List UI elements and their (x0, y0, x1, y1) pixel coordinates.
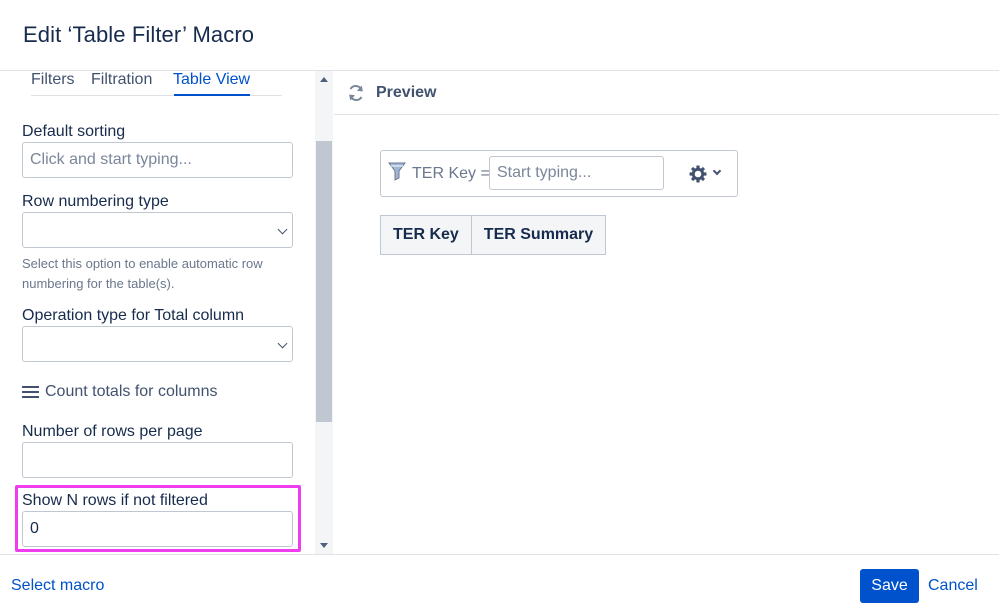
preview-label: Preview (376, 84, 437, 101)
preview-table: TER Key TER Summary (380, 215, 607, 255)
row-numbering-help: Select this option to enable automatic r… (22, 256, 263, 291)
scroll-down-icon[interactable] (320, 543, 328, 548)
chevron-down-icon (712, 166, 722, 176)
operation-type-select[interactable] (22, 326, 293, 362)
row-numbering-select[interactable] (22, 212, 293, 248)
tab-filters[interactable]: Filters (31, 71, 75, 89)
show-n-rows-value: 0 (30, 520, 39, 537)
dialog-title: Edit ‘Table Filter’ Macro (23, 22, 255, 47)
tab-filtration[interactable]: Filtration (91, 71, 152, 89)
column-header-ter-summary[interactable]: TER Summary (470, 215, 607, 255)
tab-table-view[interactable]: Table View (173, 71, 250, 89)
filter-settings-button[interactable] (683, 161, 727, 187)
show-n-rows-label: Show N rows if not filtered (22, 492, 208, 509)
dialog-footer: Select macro Save Cancel (0, 554, 999, 612)
dialog-header: Edit ‘Table Filter’ Macro (0, 0, 999, 71)
ter-key-filter-label: TER Key = (412, 165, 490, 182)
chevron-down-icon (277, 224, 288, 235)
cancel-button[interactable]: Cancel (928, 577, 978, 595)
column-header-ter-key[interactable]: TER Key (380, 215, 472, 255)
rows-per-page-label: Number of rows per page (22, 423, 203, 440)
scroll-up-icon[interactable] (320, 77, 328, 82)
default-sorting-label: Default sorting (22, 123, 126, 140)
gear-icon (689, 165, 707, 183)
show-n-rows-input[interactable]: 0 (22, 511, 293, 547)
preview-bar: Preview (334, 71, 999, 115)
default-sorting-input[interactable]: Click and start typing... (22, 142, 293, 178)
settings-tabs: Filters Filtration Table View (31, 71, 282, 96)
settings-scrollbar[interactable] (315, 71, 333, 554)
default-sorting-placeholder: Click and start typing... (30, 151, 192, 168)
refresh-icon[interactable] (346, 83, 366, 103)
preview-filter-bar: TER Key = Start typing... (380, 150, 738, 197)
rows-per-page-input[interactable] (22, 442, 293, 478)
ter-key-filter-input[interactable]: Start typing... (489, 156, 664, 190)
operation-type-label: Operation type for Total column (22, 307, 245, 324)
row-numbering-label: Row numbering type (22, 193, 169, 210)
select-macro-link[interactable]: Select macro (11, 577, 104, 595)
count-totals-toggle[interactable]: Count totals for columns (22, 381, 218, 403)
scrollbar-thumb[interactable] (316, 141, 332, 422)
chevron-down-icon (277, 338, 288, 349)
table-header-row: TER Key TER Summary (380, 215, 607, 255)
funnel-icon (388, 161, 406, 181)
hamburger-icon (22, 386, 39, 398)
macro-settings-panel: Filters Filtration Table View Default so… (0, 71, 333, 554)
active-tab-indicator (174, 94, 250, 96)
count-totals-label: Count totals for columns (45, 383, 218, 400)
save-button[interactable]: Save (860, 569, 919, 603)
ter-key-filter-placeholder: Start typing... (497, 164, 592, 181)
